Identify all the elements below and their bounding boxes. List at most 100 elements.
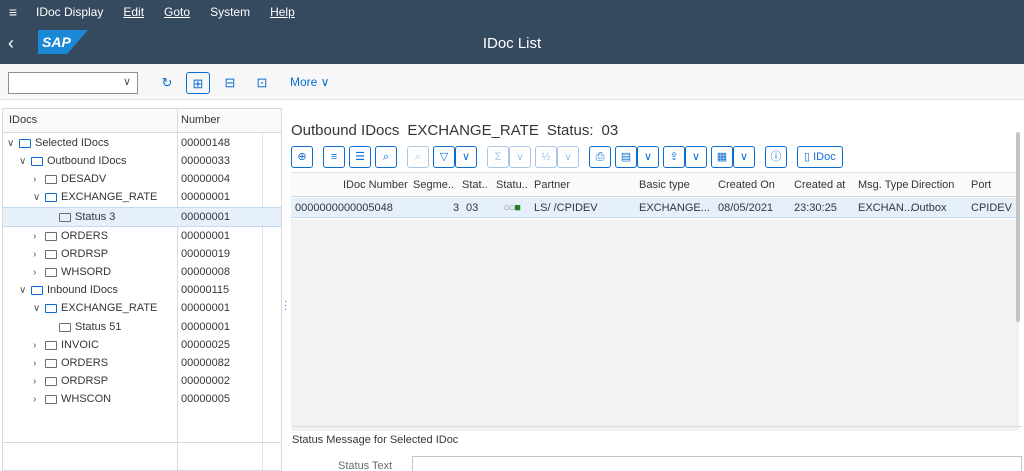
chevron-right-icon[interactable]: ›: [33, 358, 45, 369]
folder-icon: [45, 267, 57, 277]
folder-icon: [45, 174, 57, 184]
filter-dropdown-icon[interactable]: ∨: [455, 146, 477, 168]
cell-created-at: 23:30:25: [794, 202, 837, 214]
total-icon[interactable]: Σ: [487, 146, 509, 168]
tree-row[interactable]: › WHSCON 00000005: [3, 390, 281, 408]
col-basic-type[interactable]: Basic type: [639, 179, 690, 191]
menu-idoc-display[interactable]: IDoc Display: [26, 5, 113, 19]
subtotal-icon[interactable]: ½: [535, 146, 557, 168]
col-idoc-number[interactable]: IDoc Number: [343, 179, 408, 191]
print-icon[interactable]: ⎙: [589, 146, 611, 168]
tree-icon[interactable]: ⊞: [186, 72, 210, 94]
col-partner[interactable]: Partner: [534, 179, 570, 191]
folder-open-icon: [45, 192, 57, 202]
title-bar: ‹ SAP IDoc List: [0, 24, 1024, 64]
status-section-title: Status Message for Selected IDoc: [292, 434, 459, 446]
collapse-icon[interactable]: ⊟: [218, 72, 242, 94]
col-segments[interactable]: Segme..: [413, 179, 454, 191]
toolbar: ∨ ↻ ⊞ ⊟ ⊡ More ∨: [0, 64, 1024, 100]
sort-ascending-icon[interactable]: ≡: [323, 146, 345, 168]
layout-icon[interactable]: ▦: [711, 146, 733, 168]
folder-icon: [45, 376, 57, 386]
document-icon: ▯: [804, 151, 811, 163]
menu-bar: ≡ IDoc Display Edit Goto System Help › R…: [0, 0, 1024, 128]
tree-row[interactable]: ∨ EXCHANGE_RATE 00000001: [3, 299, 281, 317]
tree-row[interactable]: › ORDERS 00000001: [3, 227, 281, 245]
chevron-down-icon[interactable]: ∨: [7, 138, 19, 149]
filter-icon[interactable]: ▽: [433, 146, 455, 168]
chevron-right-icon[interactable]: ›: [33, 267, 45, 278]
export-dropdown-icon[interactable]: ∨: [685, 146, 707, 168]
chevron-down-icon[interactable]: ∨: [123, 75, 131, 88]
cell-idoc-number[interactable]: 0000000000005048: [295, 202, 393, 214]
chevron-down-icon[interactable]: ∨: [19, 156, 31, 167]
col-direction[interactable]: Direction: [911, 179, 954, 191]
col-port[interactable]: Port: [971, 179, 991, 191]
chevron-right-icon[interactable]: ›: [33, 174, 45, 185]
tree-row[interactable]: › ORDRSP 00000019: [3, 245, 281, 263]
views-icon[interactable]: ▤: [615, 146, 637, 168]
menu-icon[interactable]: ≡: [0, 4, 26, 20]
cell-segments: 3: [453, 202, 460, 214]
tree-row[interactable]: › DESADV 00000004: [3, 170, 281, 188]
col-created-at[interactable]: Created at: [794, 179, 845, 191]
tree-row[interactable]: ∨ Inbound IDocs 00000115: [3, 281, 281, 299]
tree-row[interactable]: › ORDERS 00000082: [3, 354, 281, 372]
col-status-num[interactable]: Stat..: [462, 179, 488, 191]
export-icon[interactable]: ⇪: [663, 146, 685, 168]
status-text-field[interactable]: [412, 456, 1022, 471]
splitter-handle[interactable]: · · ·: [284, 297, 287, 315]
total-dropdown-icon[interactable]: ∨: [509, 146, 531, 168]
chevron-down-icon[interactable]: ∨: [19, 285, 31, 296]
page-title: IDoc List: [482, 35, 542, 52]
info-icon[interactable]: ⓘ: [765, 146, 787, 168]
subtotal-dropdown-icon[interactable]: ∨: [557, 146, 579, 168]
chevron-right-icon[interactable]: ›: [33, 394, 45, 405]
idoc-tree: IDocs Number ∨ Selected IDocs 00000148 ∨ O…: [2, 108, 282, 471]
layout-dropdown-icon[interactable]: ∨: [733, 146, 755, 168]
sort-descending-icon[interactable]: ☰: [349, 146, 371, 168]
chevron-right-icon[interactable]: ›: [33, 249, 45, 260]
chevron-right-icon[interactable]: ›: [33, 376, 45, 387]
tree-row[interactable]: ∨ Selected IDocs 00000148: [3, 134, 281, 152]
col-created-on[interactable]: Created On: [718, 179, 775, 191]
tree-row[interactable]: Status 51 00000001: [3, 318, 281, 336]
folder-icon: [45, 394, 57, 404]
menu-system[interactable]: System: [200, 5, 260, 19]
chevron-right-icon[interactable]: ›: [33, 231, 45, 242]
cell-basic-type: EXCHANGE...: [639, 202, 710, 214]
folder-open-icon: [45, 303, 57, 313]
chevron-down-icon[interactable]: ∨: [33, 303, 45, 314]
tree-row[interactable]: › ORDRSP 00000002: [3, 372, 281, 390]
folder-open-icon: [19, 138, 31, 148]
tree-header: IDocs Number: [3, 109, 281, 133]
menu-goto[interactable]: Goto: [154, 5, 200, 19]
chevron-right-icon[interactable]: ›: [33, 340, 45, 351]
menu-edit[interactable]: Edit: [113, 5, 154, 19]
col-msg-type[interactable]: Msg. Type: [858, 179, 909, 191]
command-field[interactable]: ∨: [8, 72, 138, 94]
refresh-icon[interactable]: ↻: [155, 72, 179, 94]
display-idoc-button[interactable]: ▯ IDoc: [797, 146, 843, 168]
table-row[interactable]: 0000000000005048 3 03 ○○■ LS/ /CPIDEV EX…: [291, 198, 1019, 218]
col-status[interactable]: Statu..: [496, 179, 528, 191]
find-icon[interactable]: ⌕: [375, 146, 397, 168]
grid-header: IDoc Number Segme.. Stat.. Statu.. Partn…: [291, 173, 1019, 197]
hierarchy-icon[interactable]: ⊡: [250, 72, 274, 94]
chevron-down-icon[interactable]: ∨: [33, 192, 45, 203]
tree-row[interactable]: › WHSORD 00000008: [3, 263, 281, 281]
find-next-icon[interactable]: ⌕: [407, 146, 429, 168]
status-divider: [292, 426, 1022, 427]
more-button[interactable]: More ∨: [290, 75, 329, 89]
tree-row[interactable]: ∨ Outbound IDocs 00000033: [3, 152, 281, 170]
views-dropdown-icon[interactable]: ∨: [637, 146, 659, 168]
tree-row-selected[interactable]: Status 3 00000001: [3, 207, 281, 227]
folder-icon: [45, 249, 57, 259]
tree-col-idocs: IDocs: [9, 114, 38, 126]
tree-row[interactable]: › INVOIC 00000025: [3, 336, 281, 354]
idoc-grid: IDoc Number Segme.. Stat.. Statu.. Partn…: [291, 172, 1019, 431]
tree-row[interactable]: ∨ EXCHANGE_RATE 00000001: [3, 188, 281, 206]
details-icon[interactable]: ⊕: [291, 146, 313, 168]
vertical-scrollbar[interactable]: [1016, 132, 1020, 322]
menu-help[interactable]: Help: [260, 5, 305, 19]
